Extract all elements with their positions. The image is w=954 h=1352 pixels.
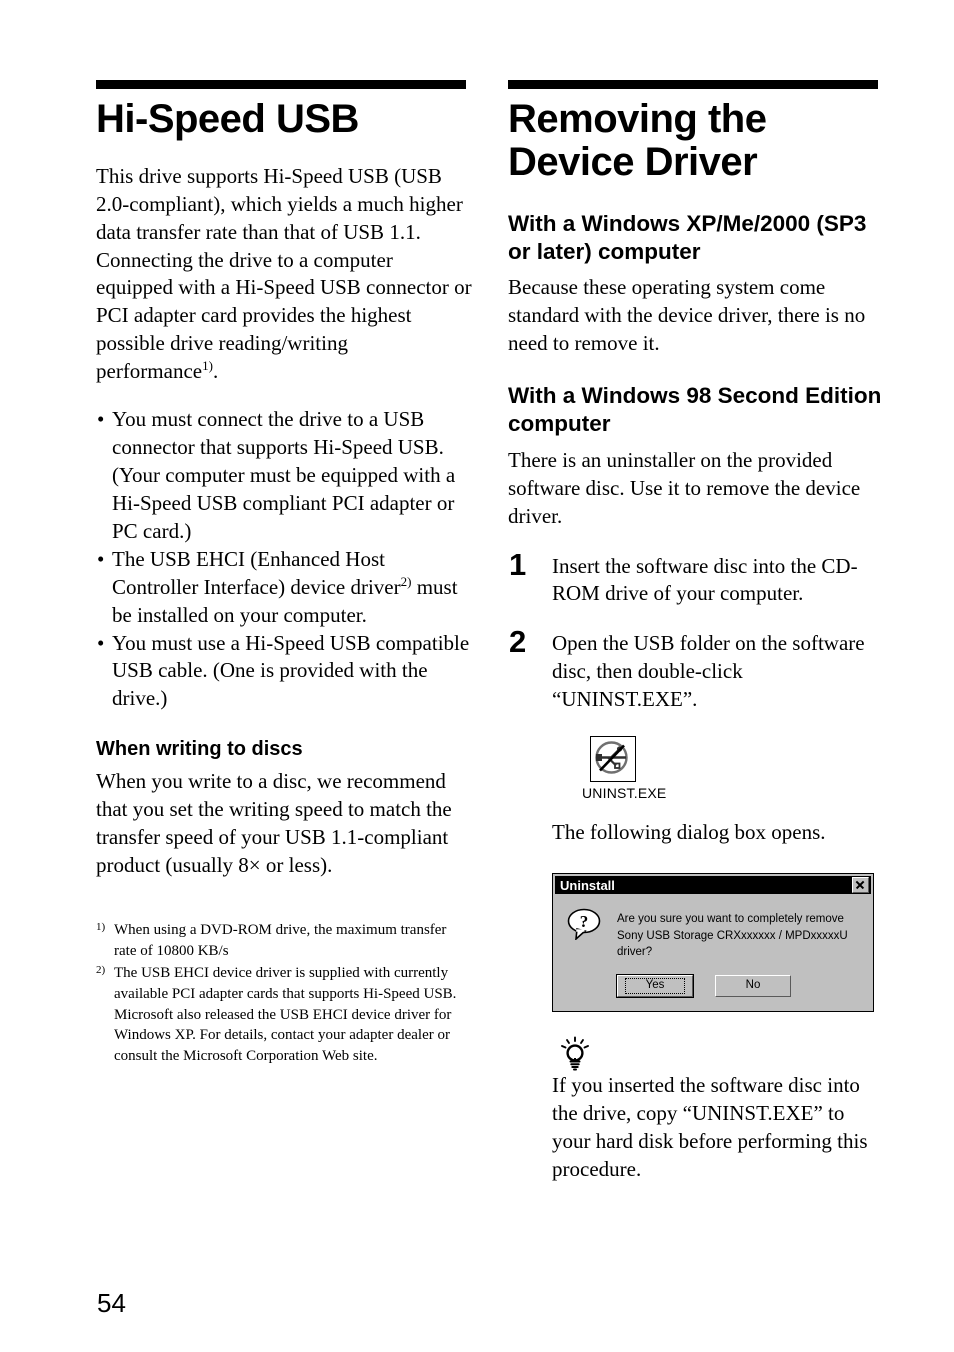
tip-block: If you inserted the software disc into t… [552,1036,884,1184]
step-1-number: 1 [509,546,527,582]
yes-button-label: Yes [624,978,686,994]
footnote-ref-1: 1) [202,358,213,374]
step-2-number: 2 [509,624,527,660]
list-item: You must connect the drive to a USB conn… [96,406,472,546]
footnote-1-marker: 1) [96,921,106,933]
list-item: You must use a Hi-Speed USB compatible U… [96,630,472,714]
step-1-text: Insert the software disc into the CD-ROM… [552,553,858,606]
windows-98-body: There is an uninstaller on the provided … [508,447,861,528]
page-number: 54 [97,1288,126,1318]
subheading-when-writing-to-discs: When writing to discs [96,738,303,761]
section-title-removing-the-device-driver: Removing the Device Driver [508,97,767,184]
dialog-buttons: Yes No [535,967,873,1011]
uninst-exe-icon-figure: UNINST.EXE [582,736,678,801]
intro-text: This drive supports Hi-Speed USB (USB 2.… [96,163,472,384]
windows-xp-me-2000-body: Because these operating system come stan… [508,275,866,356]
dialog-titlebar: Uninstall [555,876,871,895]
dialog-message: Are you sure you want to completely remo… [617,908,863,961]
footnote-2-marker: 2) [96,964,106,977]
close-icon[interactable] [852,877,869,894]
left-column: Hi-Speed USB This drive supports Hi-Spee… [96,80,472,1069]
no-button[interactable]: No [715,975,791,998]
dialog-message-line-2: Sony USB Storage CRXxxxxxx / MPDxxxxxU d… [617,929,848,959]
uninstall-dialog: Uninstall ? Are you sure you want to com… [552,873,874,1013]
intro-text-end: . [212,359,219,384]
no-button-label: No [745,979,761,992]
footnote-ref-2: 2) [400,573,412,589]
heading-rule-right [508,80,878,89]
right-column: Removing the Device Driver With a Window… [508,80,884,1184]
writing-to-discs-paragraph: When you write to a disc, we recommend t… [96,769,452,878]
heading-rule-left [96,80,466,89]
footnotes: 1) When using a DVD-ROM drive, the maxim… [96,920,472,1067]
lightbulb-tip-icon [561,1036,589,1071]
usb-uninstall-icon [590,736,636,783]
question-mark-icon: ? [567,908,603,941]
step-1: 1 Insert the software disc into the CD-R… [508,549,884,609]
document-page: Hi-Speed USB This drive supports Hi-Spee… [0,0,954,1352]
footnote-2-text: The USB EHCI device driver is supplied w… [114,965,457,1065]
list-item-text: The USB EHCI (Enhanced Host Controller I… [112,546,401,599]
footnote-1: 1) When using a DVD-ROM drive, the maxim… [96,920,472,961]
procedure-steps: 1 Insert the software disc into the CD-R… [508,549,884,1184]
dialog-message-line-1: Are you sure you want to completely remo… [617,913,844,926]
footnote-1-text: When using a DVD-ROM drive, the maximum … [114,922,447,959]
heading-windows-xp-me-2000: With a Windows XP/Me/2000 (SP3 or later)… [508,210,867,264]
step-2: 2 Open the USB folder on the software di… [508,626,884,1184]
dialog-title: Uninstall [560,877,615,893]
yes-button[interactable]: Yes [616,974,694,999]
intro-paragraph: This drive supports Hi-Speed USB (USB 2.… [96,163,472,386]
question-bubble-icon: ? [567,908,601,941]
uninst-exe-icon-label: UNINST.EXE [582,785,667,802]
footnote-2: 2) The USB EHCI device driver is supplie… [96,963,472,1066]
dialog-body: ? Are you sure you want to completely re… [553,894,873,967]
list-item-text: You must connect the drive to a USB conn… [112,407,456,543]
list-item: The USB EHCI (Enhanced Host Controller I… [96,546,472,630]
requirements-list: You must connect the drive to a USB conn… [96,406,472,713]
list-item-text: You must use a Hi-Speed USB compatible U… [112,630,470,711]
lightbulb-icon [558,1036,592,1072]
svg-text:?: ? [580,912,589,931]
after-icon-text: The following dialog box opens. [552,820,826,845]
heading-windows-98-second-edition: With a Windows 98 Second Edition compute… [508,383,882,437]
usb-slashed-icon [595,741,628,774]
step-2-text: Open the USB folder on the software disc… [552,631,865,712]
page-title-hi-speed-usb: Hi-Speed USB [96,97,359,141]
tip-text: If you inserted the software disc into t… [552,1073,868,1181]
